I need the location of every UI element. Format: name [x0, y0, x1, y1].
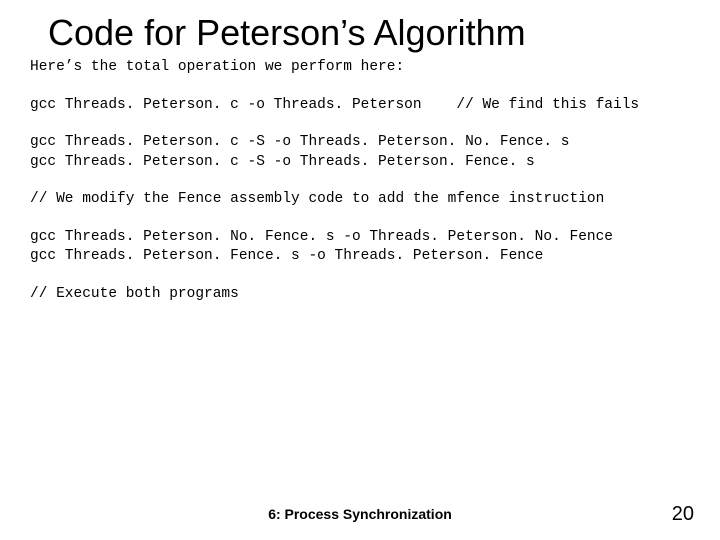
code-line: // Execute both programs: [30, 285, 690, 305]
slide-title: Code for Peterson’s Algorithm: [0, 0, 720, 58]
blank-line: [30, 267, 690, 285]
code-line: gcc Threads. Peterson. No. Fence. s -o T…: [30, 228, 690, 248]
blank-line: [30, 172, 690, 190]
code-line: // We modify the Fence assembly code to …: [30, 190, 690, 210]
blank-line: [30, 78, 690, 96]
code-line: Here’s the total operation we perform he…: [30, 58, 690, 78]
code-line: gcc Threads. Peterson. Fence. s -o Threa…: [30, 247, 690, 267]
code-line: gcc Threads. Peterson. c -S -o Threads. …: [30, 133, 690, 153]
footer-text: 6: Process Synchronization: [0, 506, 720, 522]
slide: Code for Peterson’s Algorithm Here’s the…: [0, 0, 720, 540]
page-number: 20: [672, 503, 694, 526]
code-line: gcc Threads. Peterson. c -o Threads. Pet…: [30, 96, 690, 116]
blank-line: [30, 115, 690, 133]
code-line: gcc Threads. Peterson. c -S -o Threads. …: [30, 153, 690, 173]
blank-line: [30, 210, 690, 228]
slide-body: Here’s the total operation we perform he…: [0, 58, 720, 305]
